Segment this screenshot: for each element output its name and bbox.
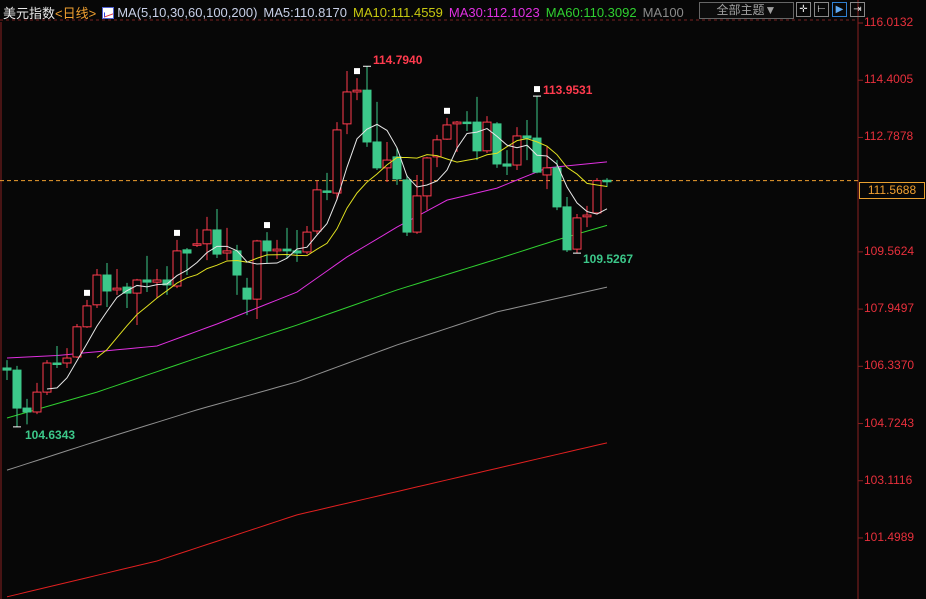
- ma5-value: MA5:110.8170: [263, 5, 348, 20]
- event-marker-icon: [444, 107, 450, 114]
- candle-down: [552, 167, 562, 208]
- event-marker-icon: [174, 229, 180, 236]
- candle-down: [182, 249, 192, 254]
- candle-up: [112, 287, 122, 291]
- event-marker-icon: [264, 222, 270, 229]
- candle-down: [602, 179, 612, 183]
- y-tick-label: 107.9497: [864, 301, 915, 316]
- candle-down: [12, 369, 22, 409]
- candle-up: [342, 91, 352, 125]
- event-marker-icon: [534, 86, 540, 93]
- candle-up: [202, 229, 212, 245]
- ma200-line: [6, 442, 608, 598]
- candle-up: [152, 279, 162, 283]
- ma100-line: [6, 286, 608, 471]
- y-tick-label: 104.7243: [864, 415, 915, 430]
- candlestick-chart: [0, 0, 863, 599]
- y-tick-label: 106.3370: [864, 358, 915, 373]
- candle-down: [52, 362, 62, 366]
- ma30-value: MA30:112.1023: [448, 5, 540, 20]
- instrument-title: 美元指数: [3, 6, 56, 21]
- candle-up: [572, 217, 582, 250]
- y-tick-label: 114.4005: [864, 72, 914, 87]
- crosshair-tool-icon[interactable]: ✛: [796, 2, 811, 17]
- candle-up: [352, 89, 362, 93]
- candle-down: [362, 89, 372, 143]
- candle-down: [462, 121, 472, 125]
- candle-down: [372, 141, 382, 169]
- candle-down: [282, 248, 292, 252]
- candle-up: [62, 357, 72, 364]
- range-tool-icon[interactable]: ⊢: [814, 2, 829, 17]
- candle-down: [492, 123, 502, 165]
- candle-up: [482, 121, 492, 152]
- event-marker-icon: [354, 68, 360, 75]
- ma60-value: MA60:110.3092: [545, 5, 637, 20]
- candle-up: [82, 305, 92, 328]
- candle-down: [212, 229, 222, 255]
- candle-down: [472, 121, 482, 152]
- y-tick-label: 109.5624: [864, 243, 915, 258]
- low-price-label: 109.5267: [583, 252, 634, 267]
- candle-down: [322, 190, 332, 193]
- ma60-line: [6, 224, 608, 419]
- ma5-line: [46, 123, 608, 390]
- high-price-label: 114.7940: [373, 53, 423, 68]
- candle-down: [502, 163, 512, 167]
- y-tick-label: 112.7878: [864, 129, 914, 144]
- candle-up: [422, 157, 432, 197]
- ma30-line: [6, 161, 608, 359]
- theme-dropdown-button[interactable]: 全部主题▼: [699, 2, 794, 19]
- candle-down: [142, 279, 152, 283]
- candle-down: [102, 274, 112, 292]
- last-price-label: 111.5688: [859, 182, 925, 199]
- candle-down: [262, 240, 272, 252]
- chart-header: 美元指数 <日线> MA(5,10,30,60,100,200) MA5:110…: [3, 3, 684, 22]
- y-tick-label: 103.1116: [864, 472, 913, 487]
- candle-down: [562, 206, 572, 251]
- move-right-tool-icon[interactable]: ▶: [832, 2, 847, 17]
- candle-down: [242, 287, 252, 300]
- high-price-label: 113.9531: [543, 83, 593, 98]
- candle-up: [92, 274, 102, 306]
- ma10-value: MA10:111.4559: [353, 5, 443, 20]
- move-end-tool-icon[interactable]: ⇥: [850, 2, 865, 17]
- candle-up: [192, 243, 202, 246]
- candle-up: [72, 326, 82, 358]
- y-tick-label: 116.0132: [864, 14, 914, 29]
- event-marker-icon: [84, 289, 90, 296]
- candle-up: [332, 129, 342, 194]
- ma-indicator-icon[interactable]: [102, 6, 115, 19]
- candle-up: [252, 240, 262, 300]
- candle-up: [412, 195, 422, 233]
- candle-up: [272, 248, 282, 252]
- candle-down: [2, 367, 12, 371]
- candle-down: [402, 179, 412, 233]
- candle-up: [582, 214, 592, 218]
- candle-down: [22, 407, 32, 413]
- period-selector[interactable]: <日线>: [55, 3, 96, 22]
- candle-up: [32, 391, 42, 413]
- candle-down: [522, 135, 532, 139]
- candle-up: [382, 159, 392, 169]
- candle-up: [452, 121, 462, 125]
- candle-up: [312, 189, 322, 232]
- candle-up: [542, 167, 552, 176]
- ma100-value: MA100: [642, 5, 684, 20]
- candle-up: [222, 250, 232, 254]
- ma-params[interactable]: MA(5,10,30,60,100,200): [117, 5, 257, 20]
- y-tick-label: 101.4989: [864, 529, 915, 544]
- candle-up: [172, 250, 182, 287]
- candle-up: [442, 124, 452, 140]
- candle-up: [432, 139, 442, 158]
- candle-up: [42, 362, 52, 393]
- candle-up: [302, 231, 312, 253]
- low-price-label: 104.6343: [25, 427, 76, 442]
